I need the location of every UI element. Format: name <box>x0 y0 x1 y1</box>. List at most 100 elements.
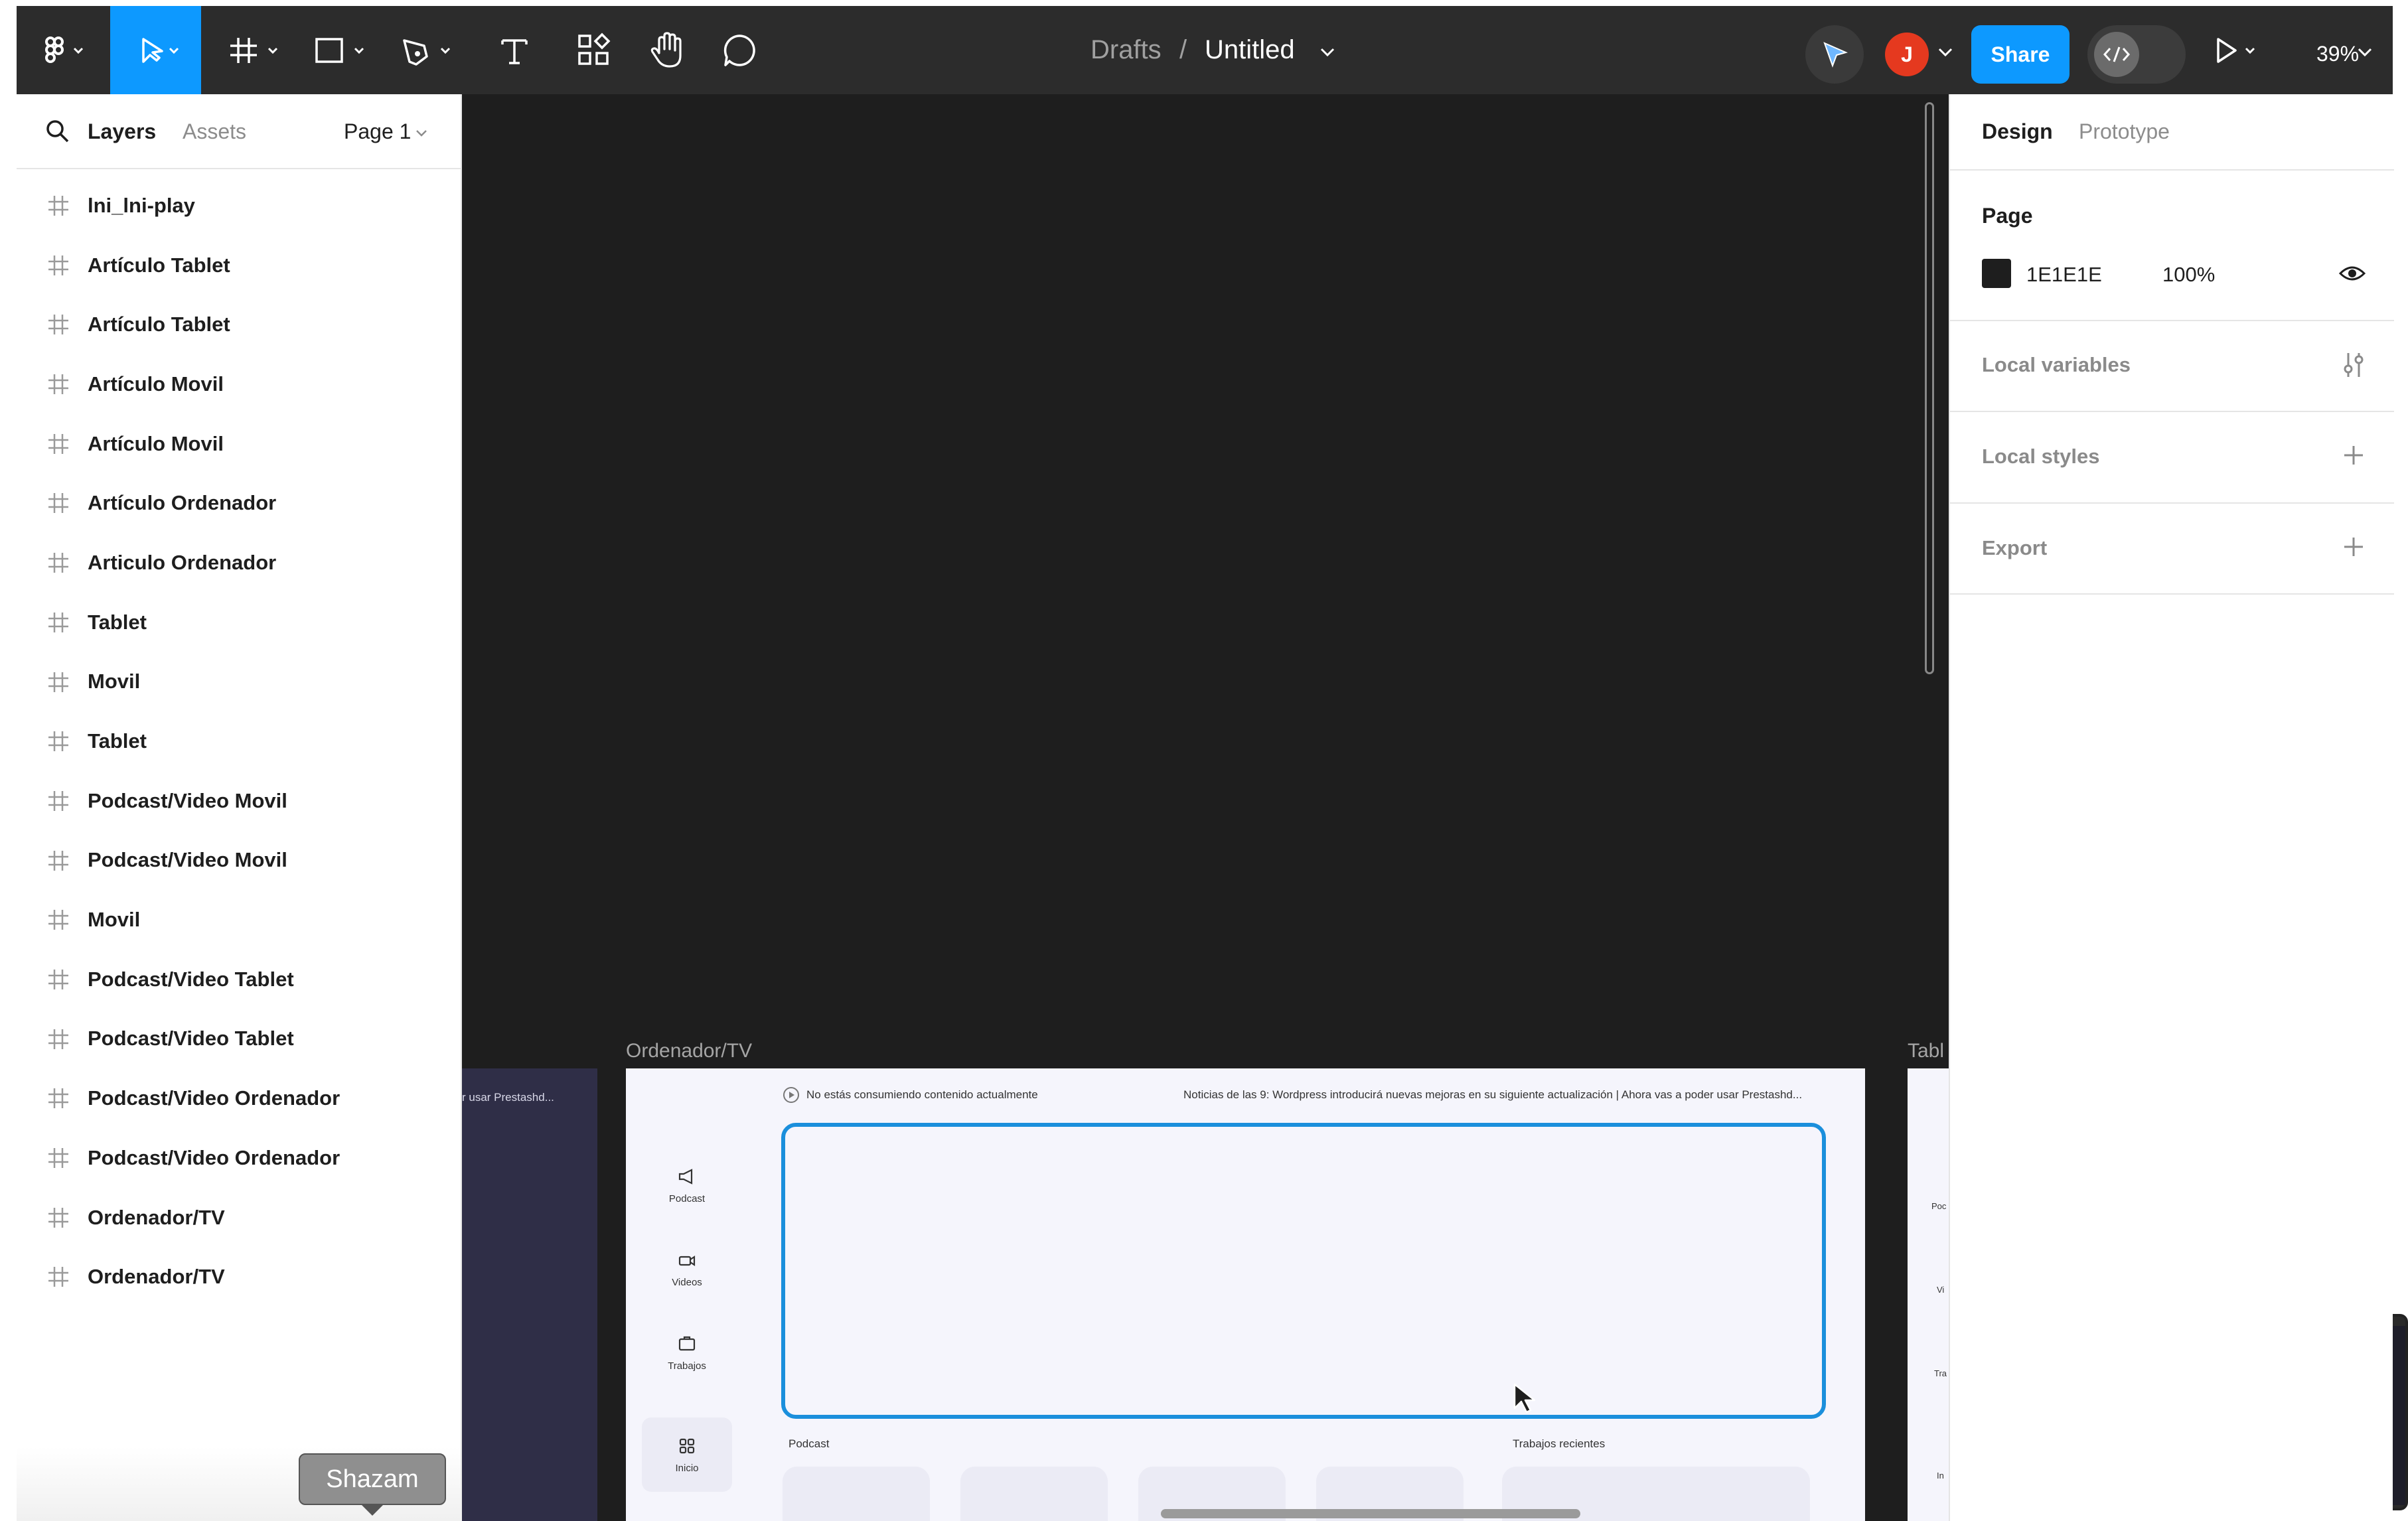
layer-item[interactable]: Podcast/Video Ordenador <box>17 1128 462 1188</box>
resources-icon <box>578 33 611 65</box>
layer-item[interactable]: Podcast/Video Ordenador <box>17 1068 462 1128</box>
add-export-plus-icon[interactable] <box>2342 535 2366 559</box>
dev-mode-knob <box>2094 32 2139 77</box>
export-heading[interactable]: Export <box>1982 536 2047 560</box>
present-icon <box>2217 37 2255 63</box>
sliders-icon[interactable] <box>2340 350 2367 380</box>
comment-icon <box>723 34 755 66</box>
move-tool-button[interactable] <box>110 6 201 94</box>
page-color-opacity[interactable]: 100% <box>2162 263 2215 287</box>
resources-button[interactable] <box>561 6 627 94</box>
layer-name: Artículo Tablet <box>88 313 230 336</box>
page-color-hex[interactable]: 1E1E1E <box>2026 263 2102 287</box>
layer-item[interactable]: lni_lni-play <box>17 176 462 236</box>
hand-tool-icon <box>650 31 682 68</box>
layer-item[interactable]: Tablet <box>17 593 462 652</box>
horizontal-scrollbar[interactable] <box>1161 1509 1580 1518</box>
comment-tool-button[interactable] <box>707 6 773 94</box>
toolbar: Drafts / Untitled J Share 39% <box>17 6 2393 94</box>
layer-name: Movil <box>88 908 141 932</box>
layer-item[interactable]: Artículo Tablet <box>17 236 462 295</box>
layer-item[interactable]: Tablet <box>17 711 462 771</box>
rectangle-tool-icon <box>315 37 364 63</box>
layer-item[interactable]: Artículo Movil <box>17 354 462 414</box>
page-chevron-icon[interactable] <box>415 129 428 138</box>
text-tool-button[interactable] <box>481 6 548 94</box>
nav-inicio[interactable]: Inicio <box>642 1417 732 1492</box>
shape-tool-button[interactable] <box>305 6 378 94</box>
page-color-swatch[interactable] <box>1982 259 2011 288</box>
local-variables-heading[interactable]: Local variables <box>1982 353 2131 377</box>
tab-design[interactable]: Design <box>1982 119 2053 144</box>
tab-assets[interactable]: Assets <box>183 119 246 144</box>
frame-icon <box>48 255 68 275</box>
tab-layers[interactable]: Layers <box>88 119 156 144</box>
vertical-scrollbar[interactable] <box>1925 102 1934 674</box>
nav-label: Trabajos <box>668 1360 706 1372</box>
layer-item[interactable]: Artículo Movil <box>17 414 462 474</box>
layer-item[interactable]: Podcast/Video Tablet <box>17 950 462 1009</box>
layer-item[interactable]: Podcast/Video Movil <box>17 771 462 831</box>
file-menu-chevron-icon[interactable] <box>1319 46 1336 59</box>
divider <box>1950 502 2394 504</box>
layer-item[interactable]: Movil <box>17 652 462 712</box>
frame-left-ticker: r usar Prestashd... <box>462 1091 554 1104</box>
search-icon[interactable] <box>44 118 71 145</box>
zoom-chevron-icon[interactable] <box>2356 46 2373 59</box>
nav-label: Videos <box>672 1276 702 1288</box>
podcast-card[interactable] <box>960 1467 1108 1521</box>
selected-player-box[interactable] <box>781 1123 1826 1419</box>
layer-name: Podcast/Video Tablet <box>88 967 294 991</box>
frame-icon <box>48 1088 68 1109</box>
zoom-level[interactable]: 39% <box>2316 42 2359 66</box>
now-playing-text: No estás consumiendo contenido actualmen… <box>806 1088 1038 1101</box>
frame-icon <box>48 1267 68 1287</box>
page-selector[interactable]: Page 1 <box>344 119 411 144</box>
add-style-plus-icon[interactable] <box>2342 443 2366 467</box>
dev-mode-toggle[interactable] <box>2087 25 2186 84</box>
layer-item[interactable]: Podcast/Video Movil <box>17 831 462 891</box>
share-button[interactable]: Share <box>1971 25 2069 84</box>
pen-tool-button[interactable] <box>392 6 465 94</box>
breadcrumb-drafts[interactable]: Drafts <box>1091 35 1162 65</box>
divider <box>1950 593 2394 595</box>
layer-item[interactable]: Movil <box>17 890 462 950</box>
frame-partial-left[interactable]: r usar Prestashd... <box>462 1068 597 1521</box>
layer-item[interactable]: Articulo Ordenador <box>17 533 462 593</box>
layer-item[interactable]: Ordenador/TV <box>17 1188 462 1248</box>
frame-tablet-partial[interactable]: Poc Vi Tra In <box>1908 1068 1949 1521</box>
frame-icon <box>48 493 68 514</box>
eye-icon[interactable] <box>2338 263 2367 284</box>
frame-icon <box>48 612 68 632</box>
layer-item[interactable]: Artículo Tablet <box>17 295 462 354</box>
layer-list: lni_lni-play Artículo Tablet Artículo Tabl… <box>17 176 462 1307</box>
shazam-tooltip: Shazam <box>299 1453 446 1505</box>
multiplayer-chevron-icon[interactable] <box>1937 46 1954 59</box>
tab-prototype[interactable]: Prototype <box>2079 119 2170 144</box>
nav-label: Poc <box>1931 1201 1947 1211</box>
frame-ordenador-tv[interactable]: No estás consumiendo contenido actualmen… <box>626 1068 1865 1521</box>
cursor-chat-button[interactable] <box>1805 25 1864 84</box>
present-button[interactable] <box>2207 6 2267 94</box>
avatar[interactable]: J <box>1885 33 1929 76</box>
layer-name: Artículo Ordenador <box>88 491 277 515</box>
podcast-card[interactable] <box>783 1467 930 1521</box>
layer-item[interactable]: Podcast/Video Tablet <box>17 1009 462 1069</box>
file-name[interactable]: Untitled <box>1205 35 1295 65</box>
main-menu-button[interactable] <box>31 6 98 94</box>
hand-tool-button[interactable] <box>634 6 700 94</box>
frame-label-tablet[interactable]: Tabl <box>1908 1040 1944 1062</box>
layer-item[interactable]: Artículo Ordenador <box>17 473 462 533</box>
canvas[interactable]: Ordenador/TV Tabl r usar Prestashd... No… <box>462 94 1949 1521</box>
cursor-chat-icon <box>1823 42 1848 68</box>
nav-trabajos[interactable]: Trabajos <box>642 1315 732 1390</box>
megaphone-icon <box>678 1168 693 1185</box>
frame-tool-button[interactable] <box>219 6 292 94</box>
nav-videos[interactable]: Videos <box>642 1232 732 1306</box>
layer-item[interactable]: Ordenador/TV <box>17 1247 462 1307</box>
frame-icon <box>48 969 68 989</box>
local-styles-heading[interactable]: Local styles <box>1982 445 2099 469</box>
figma-menu-icon <box>45 36 84 63</box>
frame-label-ordenador-tv[interactable]: Ordenador/TV <box>626 1040 752 1062</box>
nav-podcast[interactable]: Podcast <box>642 1148 732 1222</box>
